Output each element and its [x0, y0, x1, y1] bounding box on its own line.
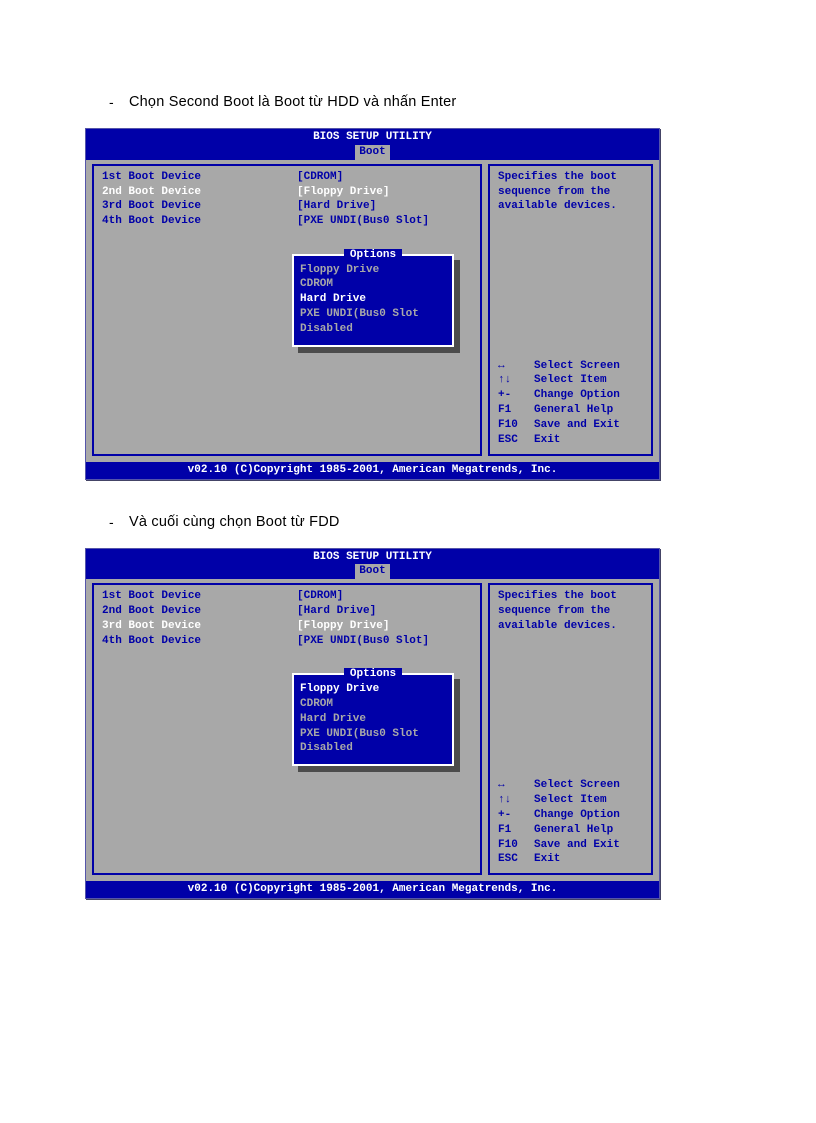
bios2-opt-4[interactable]: PXE UNDI(Bus0 Slot	[300, 727, 446, 742]
bios1-opt-5[interactable]: Disabled	[300, 322, 446, 337]
bios1-right-panel: Specifies the boot sequence from the ava…	[488, 164, 653, 456]
boot-row-3b[interactable]: 3rd Boot Device[Floppy Drive]	[102, 619, 474, 634]
bios2-body: 1st Boot Device[CDROM] 2nd Boot Device[H…	[86, 579, 659, 881]
bios2-left-panel: 1st Boot Device[CDROM] 2nd Boot Device[H…	[92, 583, 482, 875]
boot-row-4[interactable]: 4th Boot Device[PXE UNDI(Bus0 Slot]	[102, 214, 474, 229]
bullet-1: -	[109, 94, 129, 110]
bios2-footer: v02.10 (C)Copyright 1985-2001, American …	[86, 881, 659, 898]
bios2-right-panel: Specifies the boot sequence from the ava…	[488, 583, 653, 875]
caption-2: Và cuối cùng chọn Boot từ FDD	[129, 514, 340, 530]
caption-row-1: - Chọn Second Boot là Boot từ HDD và nhấ…	[109, 94, 731, 110]
bios2-opt-5[interactable]: Disabled	[300, 741, 446, 756]
boot-row-1b[interactable]: 1st Boot Device[CDROM]	[102, 589, 474, 604]
bios-screenshot-2: BIOS SETUP UTILITY Boot 1st Boot Device[…	[85, 548, 660, 900]
bios2-opt-2[interactable]: CDROM	[300, 697, 446, 712]
bios1-options-title: Options	[300, 248, 446, 263]
bios1-header: BIOS SETUP UTILITY Boot	[86, 129, 659, 160]
bios2-header: BIOS SETUP UTILITY Boot	[86, 549, 659, 580]
bios2-tab[interactable]: Boot	[355, 564, 389, 579]
bios1-help: Specifies the boot sequence from the ava…	[498, 170, 645, 215]
boot-row-2[interactable]: 2nd Boot Device[Floppy Drive]	[102, 185, 474, 200]
bios1-options-popup[interactable]: Options Floppy Drive CDROM Hard Drive PX…	[292, 254, 454, 347]
boot-row-3[interactable]: 3rd Boot Device[Hard Drive]	[102, 199, 474, 214]
bios1-keys: ↔Select Screen ↑↓Select Item +-Change Op…	[498, 359, 645, 448]
boot-row-2b[interactable]: 2nd Boot Device[Hard Drive]	[102, 604, 474, 619]
bios2-title: BIOS SETUP UTILITY	[86, 550, 659, 565]
bios1-left-panel: 1st Boot Device[CDROM] 2nd Boot Device[F…	[92, 164, 482, 456]
bios1-opt-4[interactable]: PXE UNDI(Bus0 Slot	[300, 307, 446, 322]
caption-row-2: - Và cuối cùng chọn Boot từ FDD	[109, 514, 731, 530]
bullet-2: -	[109, 514, 129, 530]
bios1-opt-2[interactable]: CDROM	[300, 277, 446, 292]
bios2-opt-1[interactable]: Floppy Drive	[300, 682, 446, 697]
bios2-help: Specifies the boot sequence from the ava…	[498, 589, 645, 634]
bios2-keys: ↔Select Screen ↑↓Select Item +-Change Op…	[498, 778, 645, 867]
bios2-options-title: Options	[300, 667, 446, 682]
bios1-title: BIOS SETUP UTILITY	[86, 130, 659, 145]
bios1-body: 1st Boot Device[CDROM] 2nd Boot Device[F…	[86, 160, 659, 462]
boot-row-4b[interactable]: 4th Boot Device[PXE UNDI(Bus0 Slot]	[102, 634, 474, 649]
caption-1: Chọn Second Boot là Boot từ HDD và nhấn …	[129, 94, 456, 110]
bios1-opt-3[interactable]: Hard Drive	[300, 292, 446, 307]
bios1-footer: v02.10 (C)Copyright 1985-2001, American …	[86, 462, 659, 479]
boot-row-1[interactable]: 1st Boot Device[CDROM]	[102, 170, 474, 185]
bios1-tab[interactable]: Boot	[355, 145, 389, 160]
bios1-opt-1[interactable]: Floppy Drive	[300, 263, 446, 278]
bios2-opt-3[interactable]: Hard Drive	[300, 712, 446, 727]
bios2-options-popup[interactable]: Options Floppy Drive CDROM Hard Drive PX…	[292, 673, 454, 766]
bios-screenshot-1: BIOS SETUP UTILITY Boot 1st Boot Device[…	[85, 128, 660, 480]
